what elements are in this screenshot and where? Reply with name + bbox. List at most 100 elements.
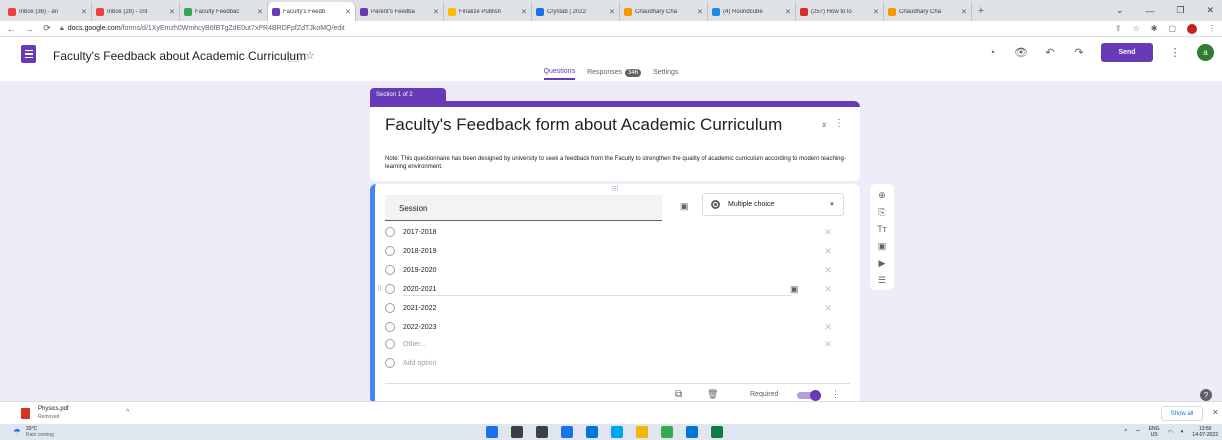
chevron-up-icon[interactable]: ^ [1124,429,1127,435]
option-label[interactable]: 2022-2023 [403,324,436,331]
taskbar-app-icon[interactable] [561,426,573,438]
restore-button[interactable]: ❐ [1176,5,1184,16]
browser-tab[interactable]: Parent's Feedba ✕ [356,2,444,21]
clock[interactable]: 13:50 14-07-2022 [1192,426,1218,438]
drag-handle-icon[interactable]: ⠿⠿ [611,186,619,193]
help-icon[interactable]: ? [1200,389,1212,401]
form-title[interactable]: Faculty's Feedback form about Academic C… [385,115,785,134]
close-tab-icon[interactable]: ✕ [609,8,615,16]
remove-option-icon[interactable]: ✕ [824,284,832,295]
new-tab-button[interactable]: + [972,2,990,21]
close-tab-icon[interactable]: ✕ [169,8,175,16]
remove-option-icon[interactable]: ✕ [824,303,832,314]
star-icon[interactable]: ☆ [305,49,315,62]
browser-tab[interactable]: Inbox (36) - an ✕ [4,2,92,21]
taskbar-app-icon[interactable] [611,426,623,438]
tab-search-icon[interactable]: ⌄ [1116,5,1124,16]
customize-theme-icon[interactable]: ◔ [985,47,999,59]
preview-eye-icon[interactable]: 👁︎ [1014,46,1028,59]
forward-icon[interactable]: → [24,24,34,34]
share-icon[interactable]: ⇪ [1115,24,1122,33]
weather-icon[interactable]: ☂ [13,427,21,438]
add-option[interactable]: Add option [385,356,845,370]
option-item[interactable]: 2019-2020 ✕ [385,263,845,277]
delete-icon[interactable]: 🗑︎ [707,389,718,400]
question-title-input[interactable]: Session [385,195,662,221]
download-file-name[interactable]: Physics.pdf [38,406,69,412]
option-item[interactable]: 2017-2018 ✕ [385,225,845,239]
option-other[interactable]: Other... ✕ [385,337,845,351]
browser-tab[interactable]: Inbox (28) - crit ✕ [92,2,180,21]
option-label[interactable]: 2021-2022 [403,305,436,312]
add-video-icon[interactable]: ▶ [879,257,886,269]
browser-tab[interactable]: Finalize Publish ✕ [444,2,532,21]
taskbar-app-icon[interactable] [661,426,673,438]
language-indicator[interactable]: ENG US [1149,426,1160,438]
option-item[interactable]: 2022-2023 ✕ [385,320,845,334]
remove-option-icon[interactable]: ✕ [824,265,832,276]
form-description[interactable]: Note: This questionnaire has been design… [385,155,855,171]
option-item[interactable]: ⠿ 2020-2021 ▣ ✕ [377,282,845,296]
forms-logo-icon[interactable] [21,45,36,63]
close-tab-icon[interactable]: ✕ [521,8,527,16]
close-tab-icon[interactable]: ✕ [785,8,791,16]
tab-responses[interactable]: Responses 346 [587,68,642,80]
more-options-icon[interactable]: ⋮ [1168,46,1182,59]
option-label[interactable]: 2020-2021 [403,286,436,293]
import-questions-icon[interactable]: ⎘ [878,206,885,218]
required-toggle[interactable] [797,390,821,401]
close-tab-icon[interactable]: ✕ [697,8,703,16]
remove-option-icon[interactable]: ✕ [824,339,832,350]
taskbar-app-icon[interactable] [711,426,723,438]
option-label[interactable]: 2018-2019 [403,248,436,255]
extensions-icon[interactable]: ✱ [1151,24,1158,33]
profile-icon[interactable] [1187,23,1197,34]
document-title[interactable]: Faculty's Feedback about Academic Curric… [53,49,306,63]
close-tab-icon[interactable]: ✕ [257,8,263,16]
chevron-up-icon[interactable]: ^ [126,409,129,416]
move-to-folder-icon[interactable]: 🗀︎ [288,50,299,69]
send-button[interactable]: Send [1101,43,1153,62]
collapse-section-icon[interactable]: ⌅ [820,119,828,130]
minimize-button[interactable]: — [1145,6,1154,16]
taskbar-app-icon[interactable] [511,426,523,438]
option-item[interactable]: 2021-2022 ✕ [385,301,845,315]
close-tab-icon[interactable]: ✕ [873,8,879,16]
browser-tab[interactable]: Chaudhary Cha ✕ [620,2,708,21]
close-tab-icon[interactable]: ✕ [961,8,967,16]
close-icon[interactable]: ✕ [1212,408,1219,417]
browser-tab[interactable]: Crystab | 2022 ✕ [532,2,620,21]
tab-settings[interactable]: Settings [653,68,678,80]
taskbar-app-icon[interactable] [536,426,548,438]
question-card[interactable]: ⠿⠿ Session ▣ Multiple choice ▼ 2017-2018… [370,184,860,404]
browser-tab[interactable]: Faculty's Feedb ✕ [268,2,356,21]
avatar[interactable]: a [1197,44,1214,61]
bookmark-star-icon[interactable]: ☆ [1133,24,1140,33]
add-image-icon[interactable]: ▣ [680,201,689,212]
wifi-icon[interactable]: ◠ [1168,429,1173,436]
undo-icon[interactable]: ↶ [1043,46,1057,59]
add-image-icon[interactable]: ▣ [878,240,887,252]
option-item[interactable]: 2018-2019 ✕ [385,244,845,258]
taskbar-app-icon[interactable] [486,426,498,438]
add-title-icon[interactable]: Tт [877,223,887,235]
remove-option-icon[interactable]: ✕ [824,322,832,333]
sidepanel-icon[interactable]: ▢ [1168,24,1176,33]
reload-icon[interactable]: ⟳ [42,23,52,34]
add-section-icon[interactable]: ☰ [878,274,886,286]
remove-option-icon[interactable]: ✕ [824,246,832,257]
redo-icon[interactable]: ↷ [1072,46,1086,59]
tab-questions[interactable]: Questions [543,68,576,80]
option-label[interactable]: 2017-2018 [403,229,436,236]
remove-option-icon[interactable]: ✕ [824,227,832,238]
taskbar-app-icon[interactable] [586,426,598,438]
taskbar-app-icon[interactable] [686,426,698,438]
show-all-button[interactable]: Show all [1161,406,1203,421]
network-icon[interactable]: ⌔ [1135,428,1141,436]
volume-icon[interactable]: 🔈︎ [1181,429,1185,436]
close-tab-icon[interactable]: ✕ [81,8,87,16]
form-header-card[interactable]: Faculty's Feedback form about Academic C… [370,101,860,181]
question-more-icon[interactable]: ⋮ [831,389,840,400]
drag-option-icon[interactable]: ⠿ [377,285,382,293]
close-tab-icon[interactable]: ✕ [433,8,439,16]
